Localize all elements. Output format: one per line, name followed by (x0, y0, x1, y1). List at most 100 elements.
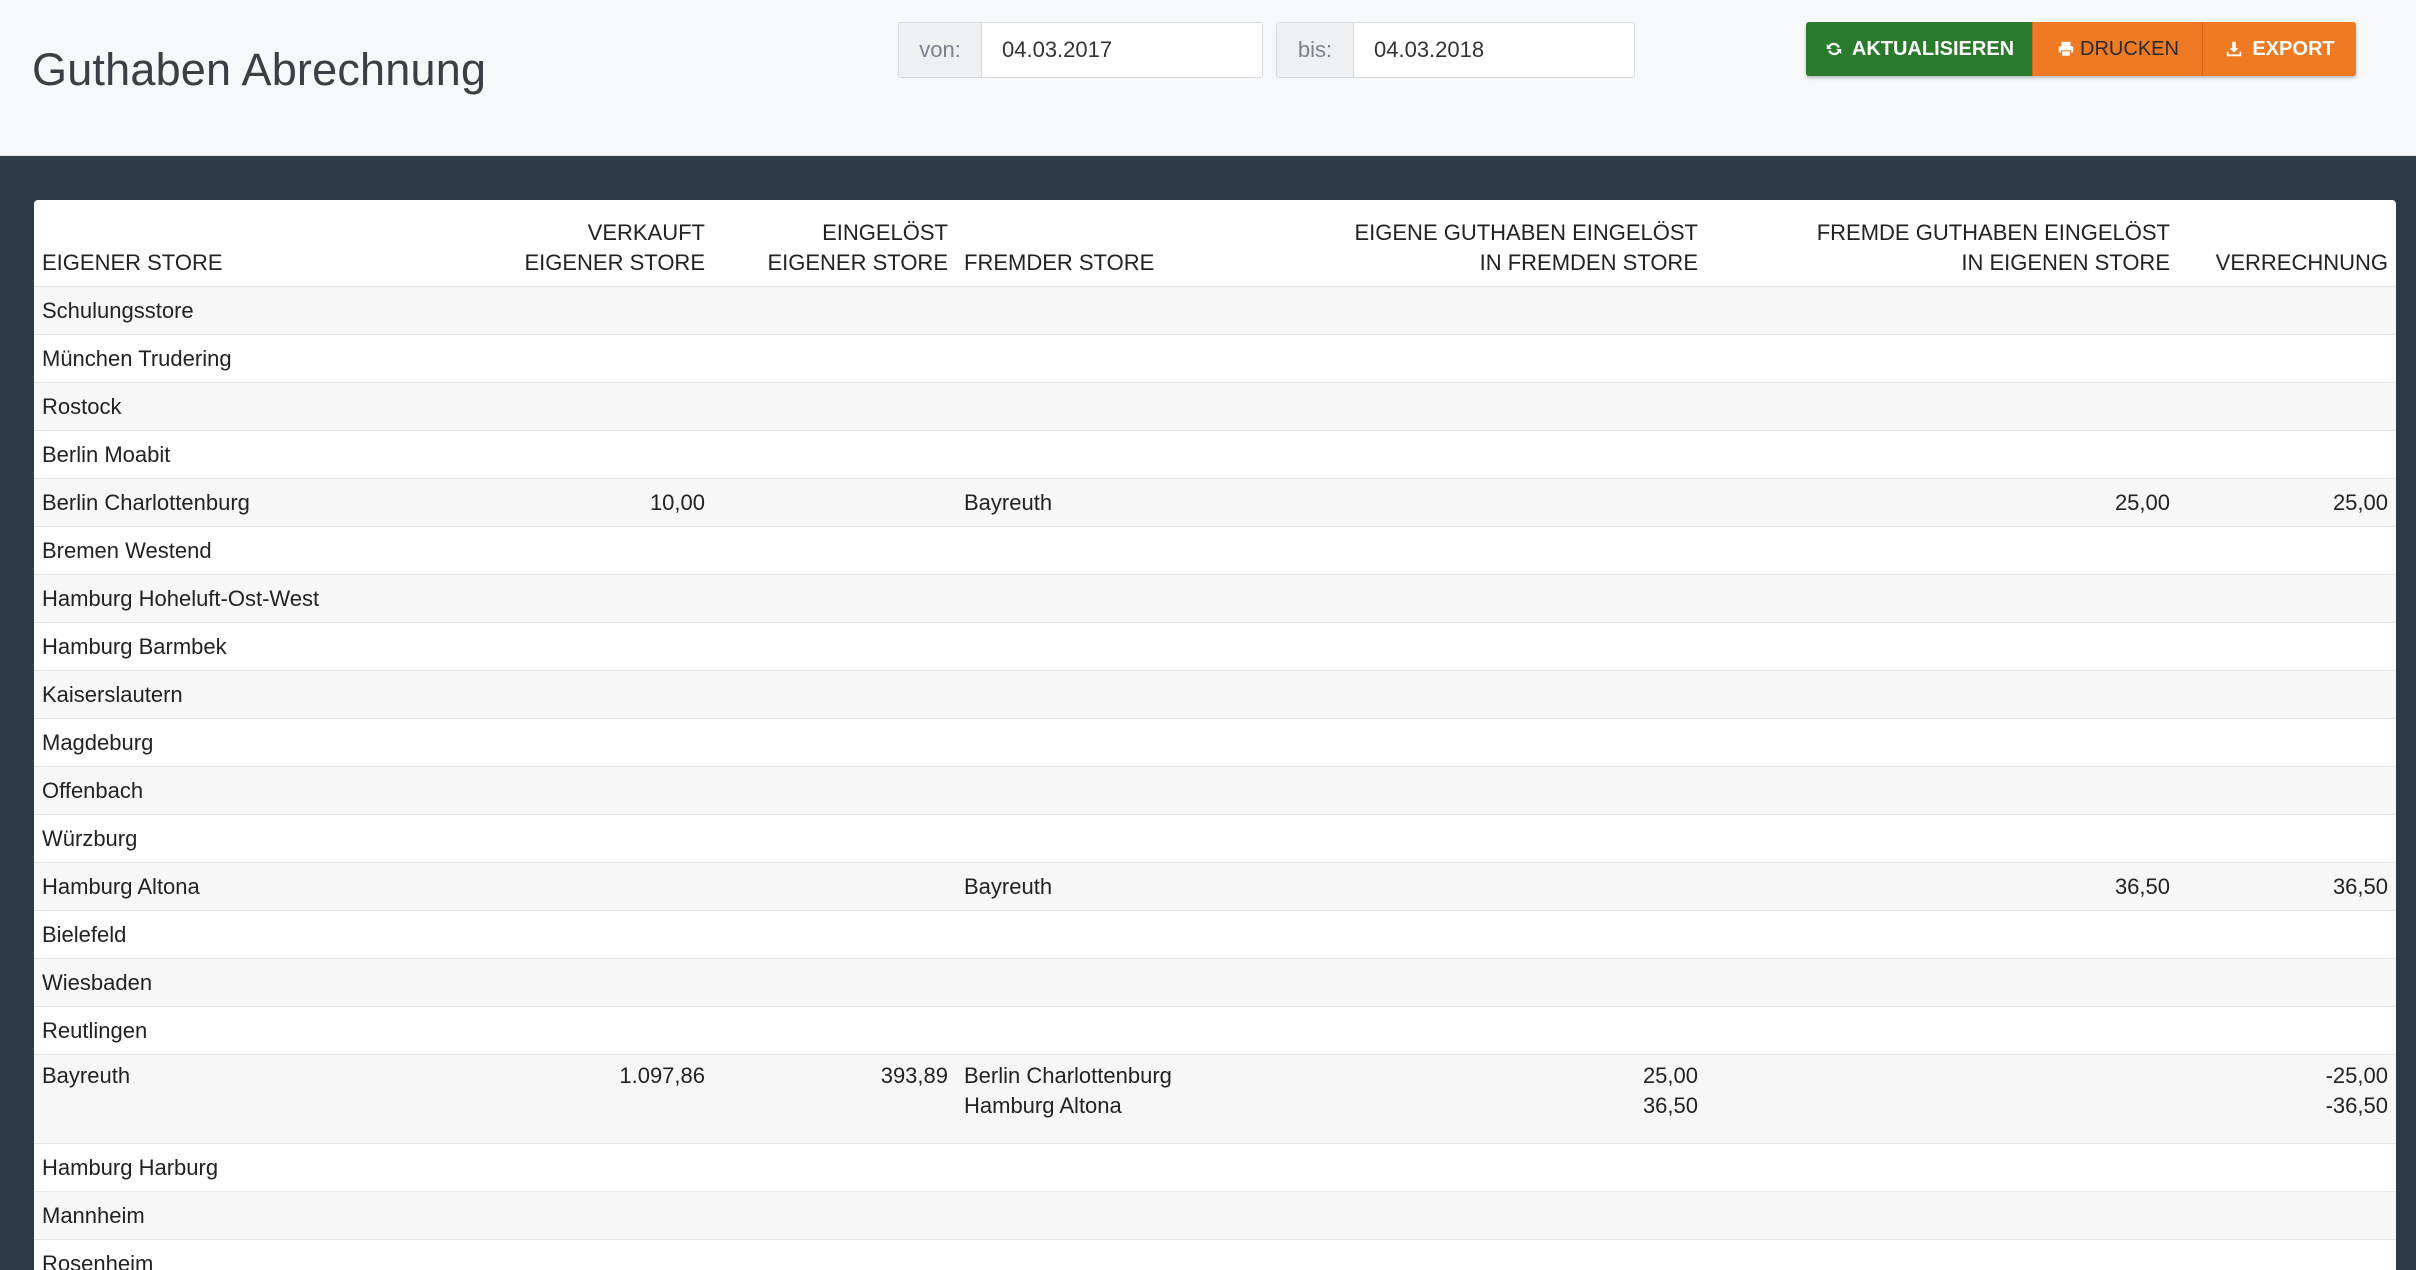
cell-foreign-store (956, 910, 1316, 959)
refresh-icon (1824, 39, 1844, 59)
cell-own-in-foreign (1316, 718, 1706, 767)
cell-own-in-foreign (1316, 910, 1706, 959)
cell-foreign-in-own (1706, 1239, 2178, 1270)
cell-own-in-foreign (1316, 1006, 1706, 1055)
cell-store: Bielefeld (34, 910, 470, 959)
cell-settlement (2178, 958, 2396, 1007)
cell-store: Hamburg Barmbek (34, 622, 470, 671)
cell-settlement (2178, 382, 2396, 431)
cell-own-in-foreign (1316, 670, 1706, 719)
cell-store: Hamburg Altona (34, 862, 470, 911)
cell-foreign-store (956, 382, 1316, 431)
cell-own-in-foreign (1316, 1239, 1706, 1270)
cell-foreign-store (956, 1239, 1316, 1270)
cell-own-in-foreign (1316, 382, 1706, 431)
export-button-label: EXPORT (2252, 37, 2335, 60)
cell-settlement: 25,00 (2178, 478, 2396, 527)
table-row: Bremen Westend (34, 526, 2396, 575)
cell-settlement (2178, 286, 2396, 335)
date-to-input[interactable] (1354, 23, 1634, 77)
cell-foreign-store (956, 670, 1316, 719)
cell-store: Reutlingen (34, 1006, 470, 1055)
date-from-input[interactable] (982, 23, 1262, 77)
cell-foreign-in-own (1706, 814, 2178, 863)
cell-foreign-in-own (1706, 718, 2178, 767)
cell-settlement: 36,50 (2178, 862, 2396, 911)
cell-sold (470, 286, 713, 335)
cell-foreign-store (956, 430, 1316, 479)
date-to-label: bis: (1277, 23, 1354, 77)
cell-redeemed (713, 526, 956, 575)
cell-own-in-foreign (1316, 574, 1706, 623)
cell-foreign-in-own (1706, 382, 2178, 431)
table-row: Hamburg Hoheluft-Ost-West (34, 574, 2396, 623)
cell-own-in-foreign (1316, 286, 1706, 335)
cell-foreign-store (956, 526, 1316, 575)
cell-foreign-store (956, 1006, 1316, 1055)
col-redeemed-own-store: EINGELÖST EIGENER STORE (713, 200, 956, 287)
cell-store: Mannheim (34, 1191, 470, 1240)
cell-foreign-store (956, 1143, 1316, 1192)
cell-store: Schulungsstore (34, 286, 470, 335)
cell-own-in-foreign (1316, 862, 1706, 911)
cell-redeemed (713, 766, 956, 815)
table-row: Mannheim (34, 1191, 2396, 1240)
cell-foreign-in-own (1706, 670, 2178, 719)
cell-redeemed (713, 910, 956, 959)
cell-store: Hamburg Harburg (34, 1143, 470, 1192)
table-row: Berlin Charlottenburg 10,00 Bayreuth 25,… (34, 478, 2396, 527)
print-button[interactable]: DRUCKEN (2032, 22, 2202, 76)
col-foreign-store: FREMDER STORE (956, 200, 1316, 287)
cell-foreign-store (956, 622, 1316, 671)
cell-redeemed (713, 430, 956, 479)
table-row: Würzburg (34, 814, 2396, 863)
cell-redeemed (713, 814, 956, 863)
cell-sold (470, 958, 713, 1007)
cell-settlement (2178, 814, 2396, 863)
col-foreign-in-own: FREMDE GUTHABEN EINGELÖST IN EIGENEN STOR… (1706, 200, 2178, 287)
cell-redeemed (713, 286, 956, 335)
cell-store: Rostock (34, 382, 470, 431)
print-button-label: DRUCKEN (2080, 37, 2179, 60)
cell-sold (470, 1006, 713, 1055)
cell-sold: 10,00 (470, 478, 713, 527)
cell-own-in-foreign (1316, 1143, 1706, 1192)
cell-sold (470, 526, 713, 575)
cell-settlement (2178, 1191, 2396, 1240)
cell-settlement (2178, 574, 2396, 623)
cell-sold (470, 1191, 713, 1240)
table-row: Reutlingen (34, 1006, 2396, 1055)
table-row: Bayreuth 1.097,86 393,89 Berlin Charlott… (34, 1054, 2396, 1144)
cell-redeemed (713, 622, 956, 671)
table-row: Hamburg Barmbek (34, 622, 2396, 671)
cell-foreign-in-own (1706, 958, 2178, 1007)
table-row: Offenbach (34, 766, 2396, 815)
col-own-in-foreign: EIGENE GUTHABEN EINGELÖST IN FREMDEN STOR… (1316, 200, 1706, 287)
cell-foreign-in-own (1706, 334, 2178, 383)
col-sold-own-store: VERKAUFT EIGENER STORE (470, 200, 713, 287)
update-button[interactable]: AKTUALISIEREN (1806, 22, 2032, 76)
cell-foreign-in-own (1706, 622, 2178, 671)
table-row: München Trudering (34, 334, 2396, 383)
cell-sold (470, 862, 713, 911)
cell-foreign-store (956, 334, 1316, 383)
table-row: Magdeburg (34, 718, 2396, 767)
cell-foreign-store: Berlin Charlottenburg Hamburg Altona (956, 1054, 1316, 1144)
cell-foreign-in-own (1706, 910, 2178, 959)
cell-store: Magdeburg (34, 718, 470, 767)
cell-store: Hamburg Hoheluft-Ost-West (34, 574, 470, 623)
page-title: Guthaben Abrechnung (32, 44, 487, 95)
cell-sold: 1.097,86 (470, 1054, 713, 1144)
cell-redeemed: 393,89 (713, 1054, 956, 1144)
cell-redeemed (713, 574, 956, 623)
cell-own-in-foreign (1316, 478, 1706, 527)
table-row: Hamburg Altona Bayreuth 36,50 36,50 (34, 862, 2396, 911)
cell-own-in-foreign (1316, 622, 1706, 671)
cell-foreign-store (956, 766, 1316, 815)
cell-sold (470, 574, 713, 623)
cell-settlement (2178, 526, 2396, 575)
cell-sold (470, 814, 713, 863)
cell-settlement (2178, 766, 2396, 815)
export-button[interactable]: EXPORT (2202, 22, 2356, 76)
cell-foreign-store (956, 1191, 1316, 1240)
